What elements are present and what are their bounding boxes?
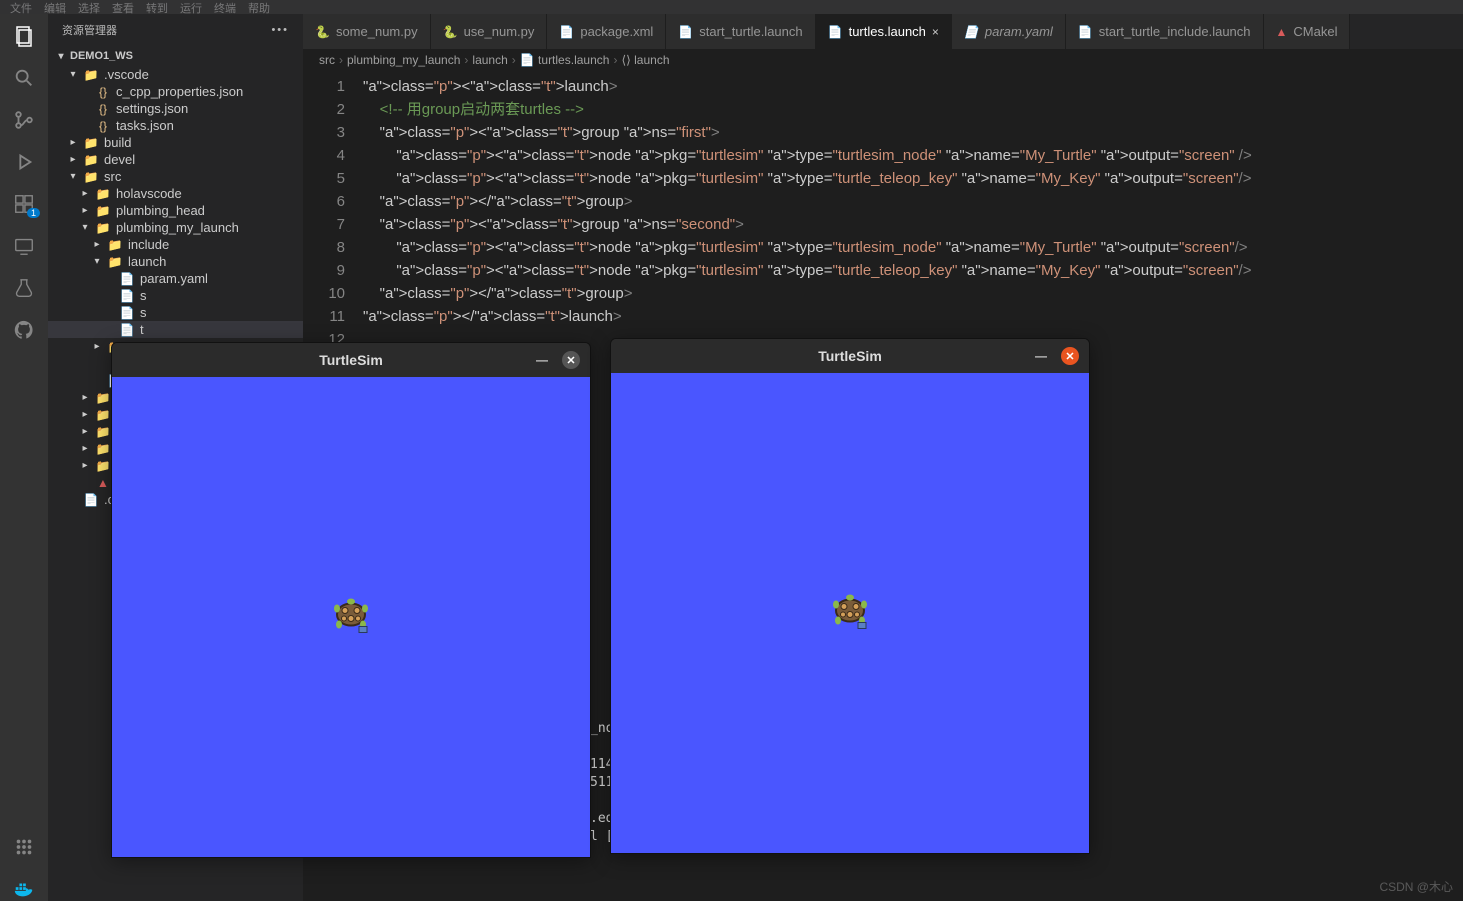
tree-item[interactable]: 📄t [48,321,303,338]
editor-tab[interactable]: 📄param.yaml [952,14,1066,49]
menu-item[interactable]: 帮助 [248,0,270,14]
breadcrumb[interactable]: src › plumbing_my_launch › launch › 📄 tu… [303,49,1463,71]
editor-tab[interactable]: 🐍use_num.py [431,14,548,49]
tree-item[interactable]: ▸📁holavscode [48,185,303,202]
search-icon[interactable] [12,66,36,90]
turtle-sprite [329,595,373,640]
menu-item[interactable]: 查看 [112,0,134,14]
tree-item[interactable]: ▾📁launch [48,253,303,270]
turtlesim-title: TurtleSim [818,348,882,364]
close-icon[interactable]: ✕ [562,351,580,369]
menu-item[interactable]: 选择 [78,0,100,14]
editor-tab[interactable]: 📄start_turtle.launch [666,14,815,49]
tree-item[interactable]: ▾📁src [48,168,303,185]
remote-icon[interactable] [12,234,36,258]
turtlesim-canvas[interactable] [112,377,590,857]
close-icon[interactable]: ✕ [1061,347,1079,365]
turtlesim-window-2[interactable]: TurtleSim — ✕ [610,338,1090,854]
turtlesim-title: TurtleSim [319,352,383,368]
tree-item[interactable]: {}tasks.json [48,117,303,134]
breadcrumb-item[interactable]: ⟨⟩ launch [621,53,669,67]
menu-item[interactable]: 终端 [214,0,236,14]
tree-item[interactable]: ▸📁build [48,134,303,151]
sidebar-title: 资源管理器 [62,22,117,38]
explorer-icon[interactable] [12,24,36,48]
editor-tab[interactable]: 📄start_turtle_include.launch [1066,14,1264,49]
sidebar-header: 资源管理器 ••• [48,14,303,46]
sidebar-more-icon[interactable]: ••• [271,24,289,36]
tree-item[interactable]: 📄s [48,304,303,321]
breadcrumb-item[interactable]: plumbing_my_launch [347,53,460,67]
window-controls[interactable]: — ✕ [536,351,580,369]
editor-tab[interactable]: ▲CMakel [1264,14,1351,49]
breadcrumb-item[interactable]: 📄 turtles.launch [520,53,610,67]
tree-item[interactable]: ▾📁plumbing_my_launch [48,219,303,236]
tree-item[interactable]: {}c_cpp_properties.json [48,83,303,100]
menu-bar[interactable]: 文件编辑选择查看转到运行终端帮助 [0,0,1463,14]
breadcrumb-item[interactable]: src [319,53,335,67]
tree-item[interactable]: ▸📁include [48,236,303,253]
menu-item[interactable]: 文件 [10,0,32,14]
editor-tab[interactable]: 📄package.xml [547,14,666,49]
tree-item[interactable]: ▸📁devel [48,151,303,168]
tree-item[interactable]: 📄s [48,287,303,304]
activity-bar [0,14,48,901]
scm-icon[interactable] [12,108,36,132]
close-icon[interactable]: × [932,25,939,39]
testing-icon[interactable] [12,276,36,300]
breadcrumb-item[interactable]: launch [472,53,507,67]
menu-item[interactable]: 编辑 [44,0,66,14]
window-controls[interactable]: — ✕ [1035,347,1079,365]
turtle-sprite [828,591,872,636]
tree-item[interactable]: ▾📁.vscode [48,66,303,83]
turtlesim-titlebar[interactable]: TurtleSim — ✕ [112,343,590,377]
minimize-icon[interactable]: — [1035,349,1047,363]
minimize-icon[interactable]: — [536,353,548,367]
watermark: CSDN @木心 [1379,878,1453,895]
menu-item[interactable]: 转到 [146,0,168,14]
tree-item[interactable]: ▸📁plumbing_head [48,202,303,219]
ros-icon[interactable] [12,835,36,859]
github-icon[interactable] [12,318,36,342]
docker-icon[interactable] [12,877,36,901]
debug-icon[interactable] [12,150,36,174]
workspace-name: DEMO1_WS [70,50,133,62]
editor-tab[interactable]: 📄turtles.launch× [816,14,952,49]
editor-tabs[interactable]: 🐍some_num.py🐍use_num.py📄package.xml📄star… [303,14,1463,49]
workspace-header[interactable]: ▾ DEMO1_WS [48,46,303,66]
editor-tab[interactable]: 🐍some_num.py [303,14,431,49]
extensions-icon[interactable] [12,192,36,216]
tree-item[interactable]: 📄param.yaml [48,270,303,287]
menu-item[interactable]: 运行 [180,0,202,14]
turtlesim-window-1[interactable]: TurtleSim — ✕ [111,342,591,858]
turtlesim-titlebar[interactable]: TurtleSim — ✕ [611,339,1089,373]
turtlesim-canvas[interactable] [611,373,1089,853]
tree-item[interactable]: {}settings.json [48,100,303,117]
